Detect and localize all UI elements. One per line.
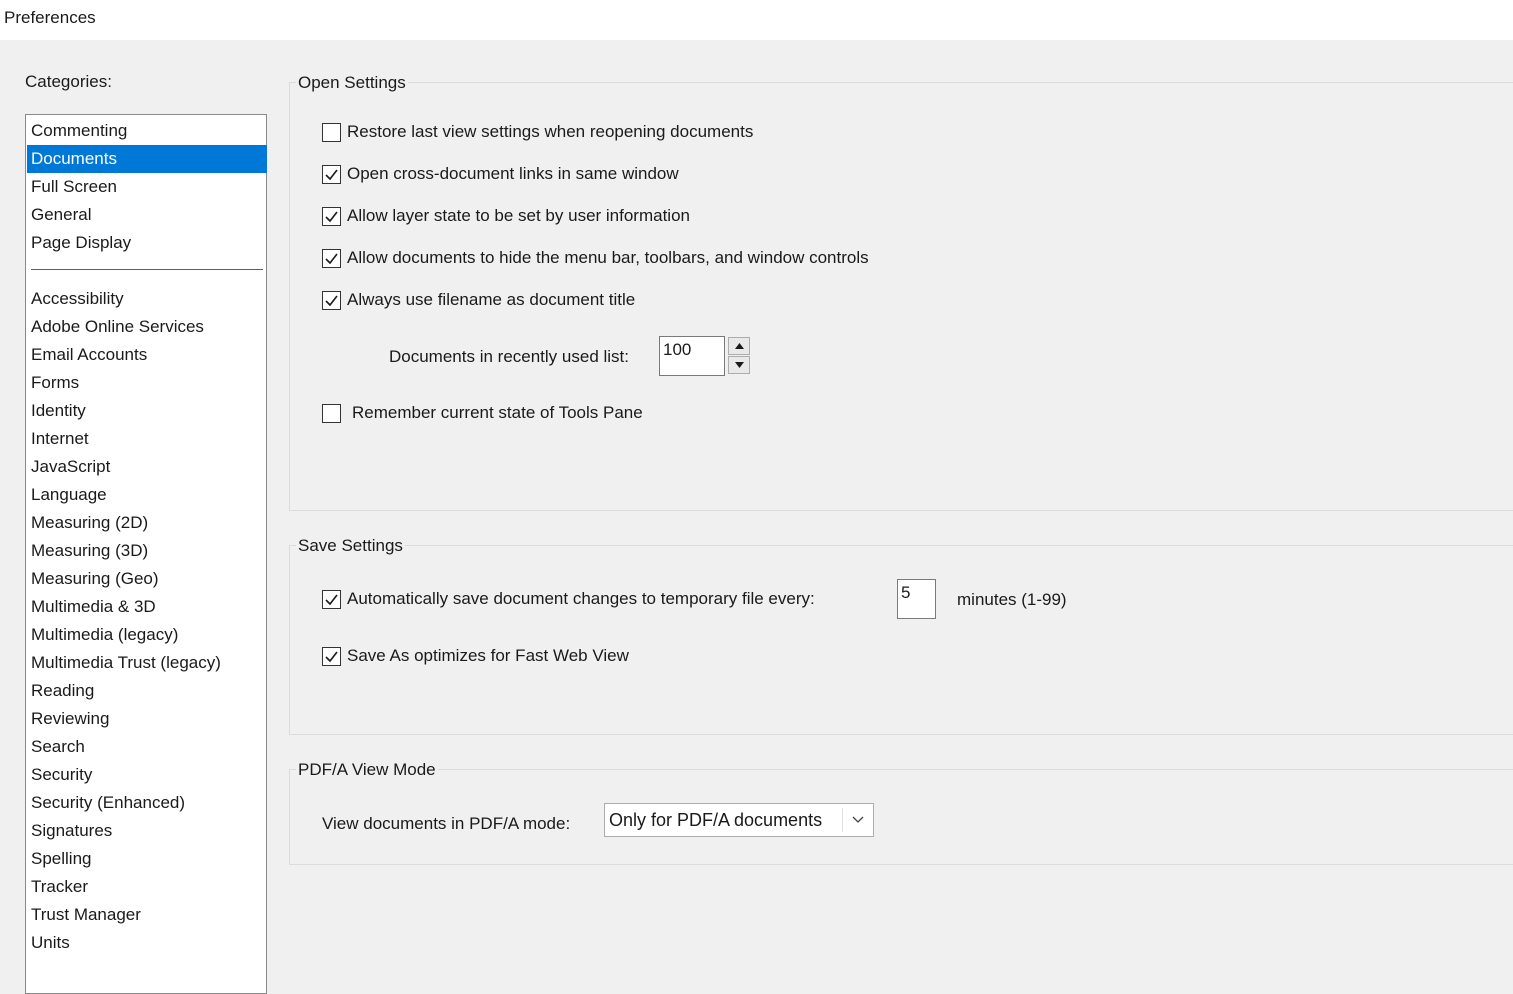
tools-pane-checkbox[interactable] [322, 404, 341, 423]
window-title: Preferences [4, 8, 96, 27]
pdfa-mode-label: View documents in PDF/A mode: [322, 814, 571, 833]
checkmark-icon [325, 594, 338, 606]
category-spelling[interactable]: Spelling [27, 845, 267, 873]
recent-docs-input[interactable]: 100 [659, 336, 725, 376]
category-full-screen[interactable]: Full Screen [27, 173, 267, 201]
pdfa-mode-select[interactable]: Only for PDF/A documents [604, 803, 874, 837]
hide-menu-bar-label: Allow documents to hide the menu bar, to… [347, 248, 869, 267]
restore-view-checkbox[interactable] [322, 123, 341, 142]
autosave-checkbox[interactable] [322, 590, 341, 609]
restore-view-label: Restore last view settings when reopenin… [347, 122, 754, 141]
chevron-down-icon [851, 804, 865, 836]
category-adobe-online-services[interactable]: Adobe Online Services [27, 313, 267, 341]
category-security[interactable]: Security [27, 761, 267, 789]
category-accessibility[interactable]: Accessibility [27, 285, 267, 313]
categories-label: Categories: [25, 72, 112, 91]
category-search[interactable]: Search [27, 733, 267, 761]
cross-doc-links-label: Open cross-document links in same window [347, 164, 679, 183]
checkmark-icon [325, 651, 338, 663]
category-units[interactable]: Units [27, 929, 267, 957]
category-signatures[interactable]: Signatures [27, 817, 267, 845]
hide-menu-bar-checkbox[interactable] [322, 249, 341, 268]
category-measuring-3d[interactable]: Measuring (3D) [27, 537, 267, 565]
save-settings-title: Save Settings [296, 536, 405, 556]
recent-docs-increment[interactable] [728, 337, 750, 355]
category-trust-manager[interactable]: Trust Manager [27, 901, 267, 929]
autosave-label: Automatically save document changes to t… [347, 589, 815, 608]
checkmark-icon [325, 253, 338, 265]
category-measuring-geo[interactable]: Measuring (Geo) [27, 565, 267, 593]
category-language[interactable]: Language [27, 481, 267, 509]
category-general[interactable]: General [27, 201, 267, 229]
checkmark-icon [325, 169, 338, 181]
category-documents[interactable]: Documents [27, 145, 267, 173]
category-reading[interactable]: Reading [27, 677, 267, 705]
select-divider [842, 808, 843, 832]
open-settings-title: Open Settings [296, 73, 408, 93]
category-identity[interactable]: Identity [27, 397, 267, 425]
category-forms[interactable]: Forms [27, 369, 267, 397]
recent-docs-label: Documents in recently used list: [389, 347, 629, 366]
layer-state-checkbox[interactable] [322, 207, 341, 226]
layer-state-label: Allow layer state to be set by user info… [347, 206, 690, 225]
category-javascript[interactable]: JavaScript [27, 453, 267, 481]
filename-title-label: Always use filename as document title [347, 290, 636, 309]
checkmark-icon [325, 211, 338, 223]
categories-list[interactable]: Commenting Documents Full Screen General… [25, 114, 267, 994]
category-measuring-2d[interactable]: Measuring (2D) [27, 509, 267, 537]
autosave-minutes-input[interactable]: 5 [897, 579, 936, 619]
category-security-enhanced[interactable]: Security (Enhanced) [27, 789, 267, 817]
pdfa-title: PDF/A View Mode [296, 760, 438, 780]
category-internet[interactable]: Internet [27, 425, 267, 453]
arrow-down-icon [735, 362, 744, 368]
cross-doc-links-checkbox[interactable] [322, 165, 341, 184]
category-multimedia-3d[interactable]: Multimedia & 3D [27, 593, 267, 621]
category-separator [31, 269, 263, 270]
category-multimedia-legacy[interactable]: Multimedia (legacy) [27, 621, 267, 649]
fast-web-view-checkbox[interactable] [322, 647, 341, 666]
tools-pane-label: Remember current state of Tools Pane [352, 403, 643, 422]
category-page-display[interactable]: Page Display [27, 229, 267, 257]
fast-web-view-label: Save As optimizes for Fast Web View [347, 646, 629, 665]
autosave-unit-label: minutes (1-99) [957, 590, 1067, 609]
pdfa-mode-value: Only for PDF/A documents [609, 810, 823, 830]
title-bar: Preferences [0, 0, 1513, 40]
category-multimedia-trust-legacy[interactable]: Multimedia Trust (legacy) [27, 649, 267, 677]
category-commenting[interactable]: Commenting [27, 117, 267, 145]
checkmark-icon [325, 295, 338, 307]
category-tracker[interactable]: Tracker [27, 873, 267, 901]
filename-title-checkbox[interactable] [322, 291, 341, 310]
category-reviewing[interactable]: Reviewing [27, 705, 267, 733]
save-settings-group [289, 545, 1513, 735]
category-email-accounts[interactable]: Email Accounts [27, 341, 267, 369]
arrow-up-icon [735, 343, 744, 349]
recent-docs-decrement[interactable] [728, 356, 750, 374]
